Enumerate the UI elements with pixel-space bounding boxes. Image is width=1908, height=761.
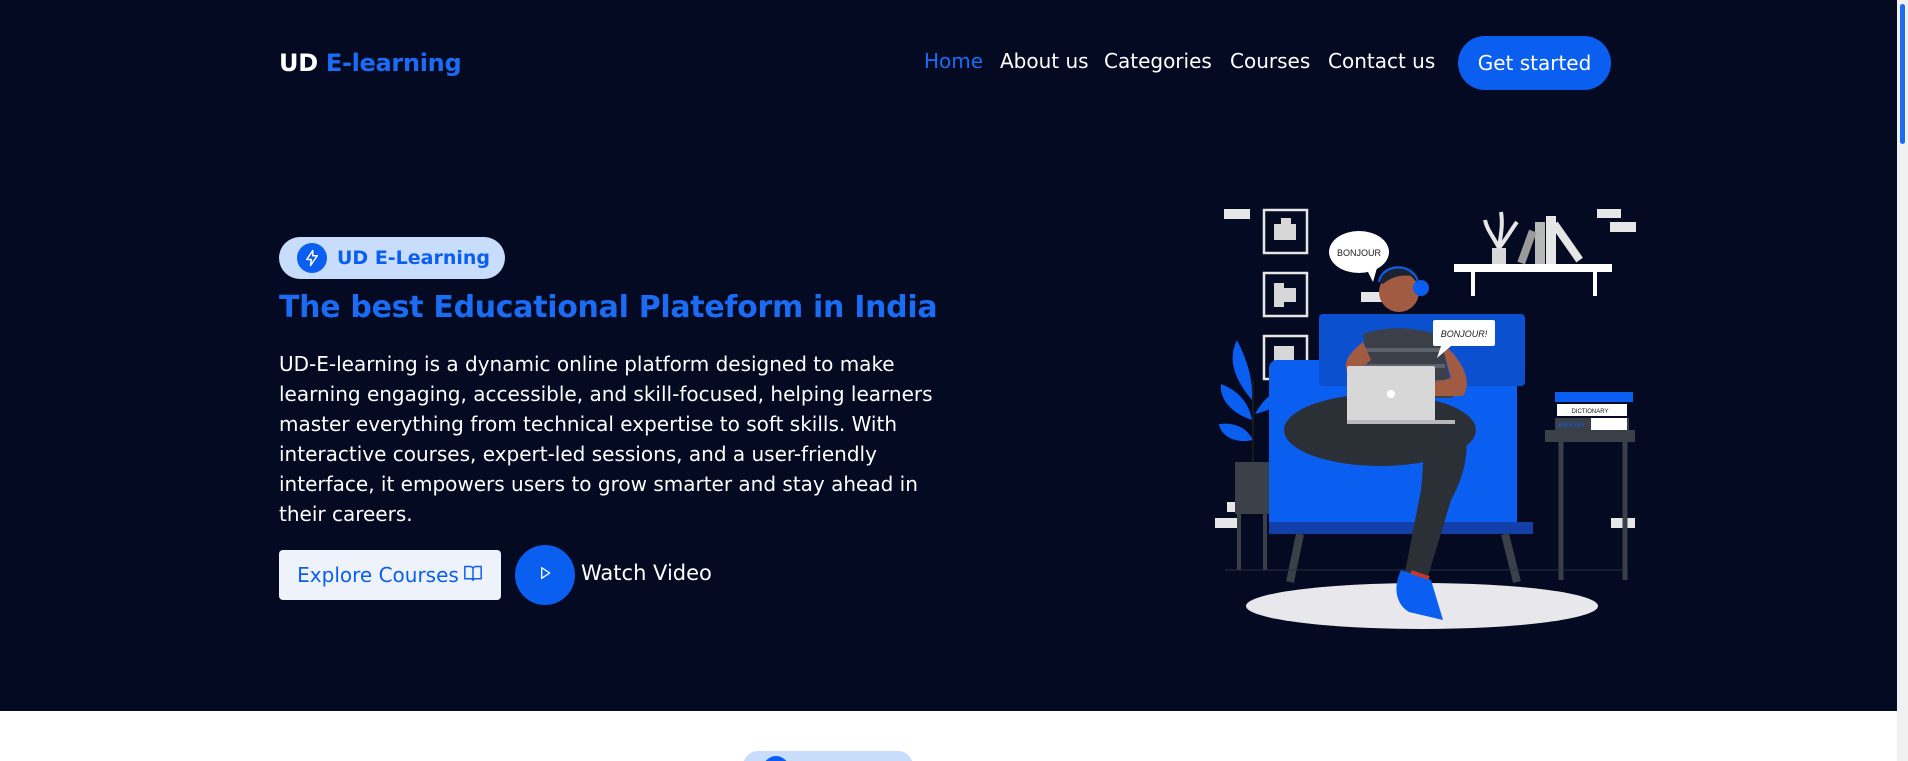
hero-title: The best Educational Plateform in India [279, 290, 938, 325]
explore-courses-label: Explore Courses [297, 563, 459, 587]
badge-label: UD E-Learning [337, 247, 491, 269]
nav-contact-us[interactable]: Contact us [1328, 49, 1435, 73]
nav-courses[interactable]: Courses [1230, 49, 1310, 73]
play-video-button[interactable] [515, 545, 575, 605]
hero-badge: UD E-Learning [279, 237, 505, 279]
logo-part-elearning: E-learning [325, 49, 462, 77]
lightning-icon [297, 243, 327, 273]
book-icon [463, 563, 483, 587]
watch-video-label[interactable]: Watch Video [581, 561, 712, 585]
speech-bubble-right: BONJOUR! [1441, 329, 1488, 339]
logo-part-ud: UD [279, 49, 318, 77]
scrollbar-thumb[interactable] [1900, 4, 1905, 144]
explore-courses-button[interactable]: Explore Courses [279, 550, 501, 600]
hero-illustration: BONJOUR BONJOUR! DICTIONARY ENGLISH [1215, 208, 1636, 629]
book-dictionary-label: DICTIONARY [1572, 409, 1609, 415]
book-english-label: ENGLISH [1558, 423, 1584, 429]
nav-home[interactable]: Home [924, 49, 983, 73]
play-icon [537, 565, 553, 585]
nav-categories[interactable]: Categories [1104, 49, 1212, 73]
page-scrollbar[interactable] [1897, 0, 1908, 761]
site-logo[interactable]: UD E-learning [279, 49, 462, 77]
nav-about-us[interactable]: About us [1000, 49, 1089, 73]
hero-description: UD-E-learning is a dynamic online platfo… [279, 352, 933, 526]
speech-bubble-left: BONJOUR [1337, 248, 1382, 258]
get-started-button[interactable]: Get started [1458, 36, 1611, 90]
